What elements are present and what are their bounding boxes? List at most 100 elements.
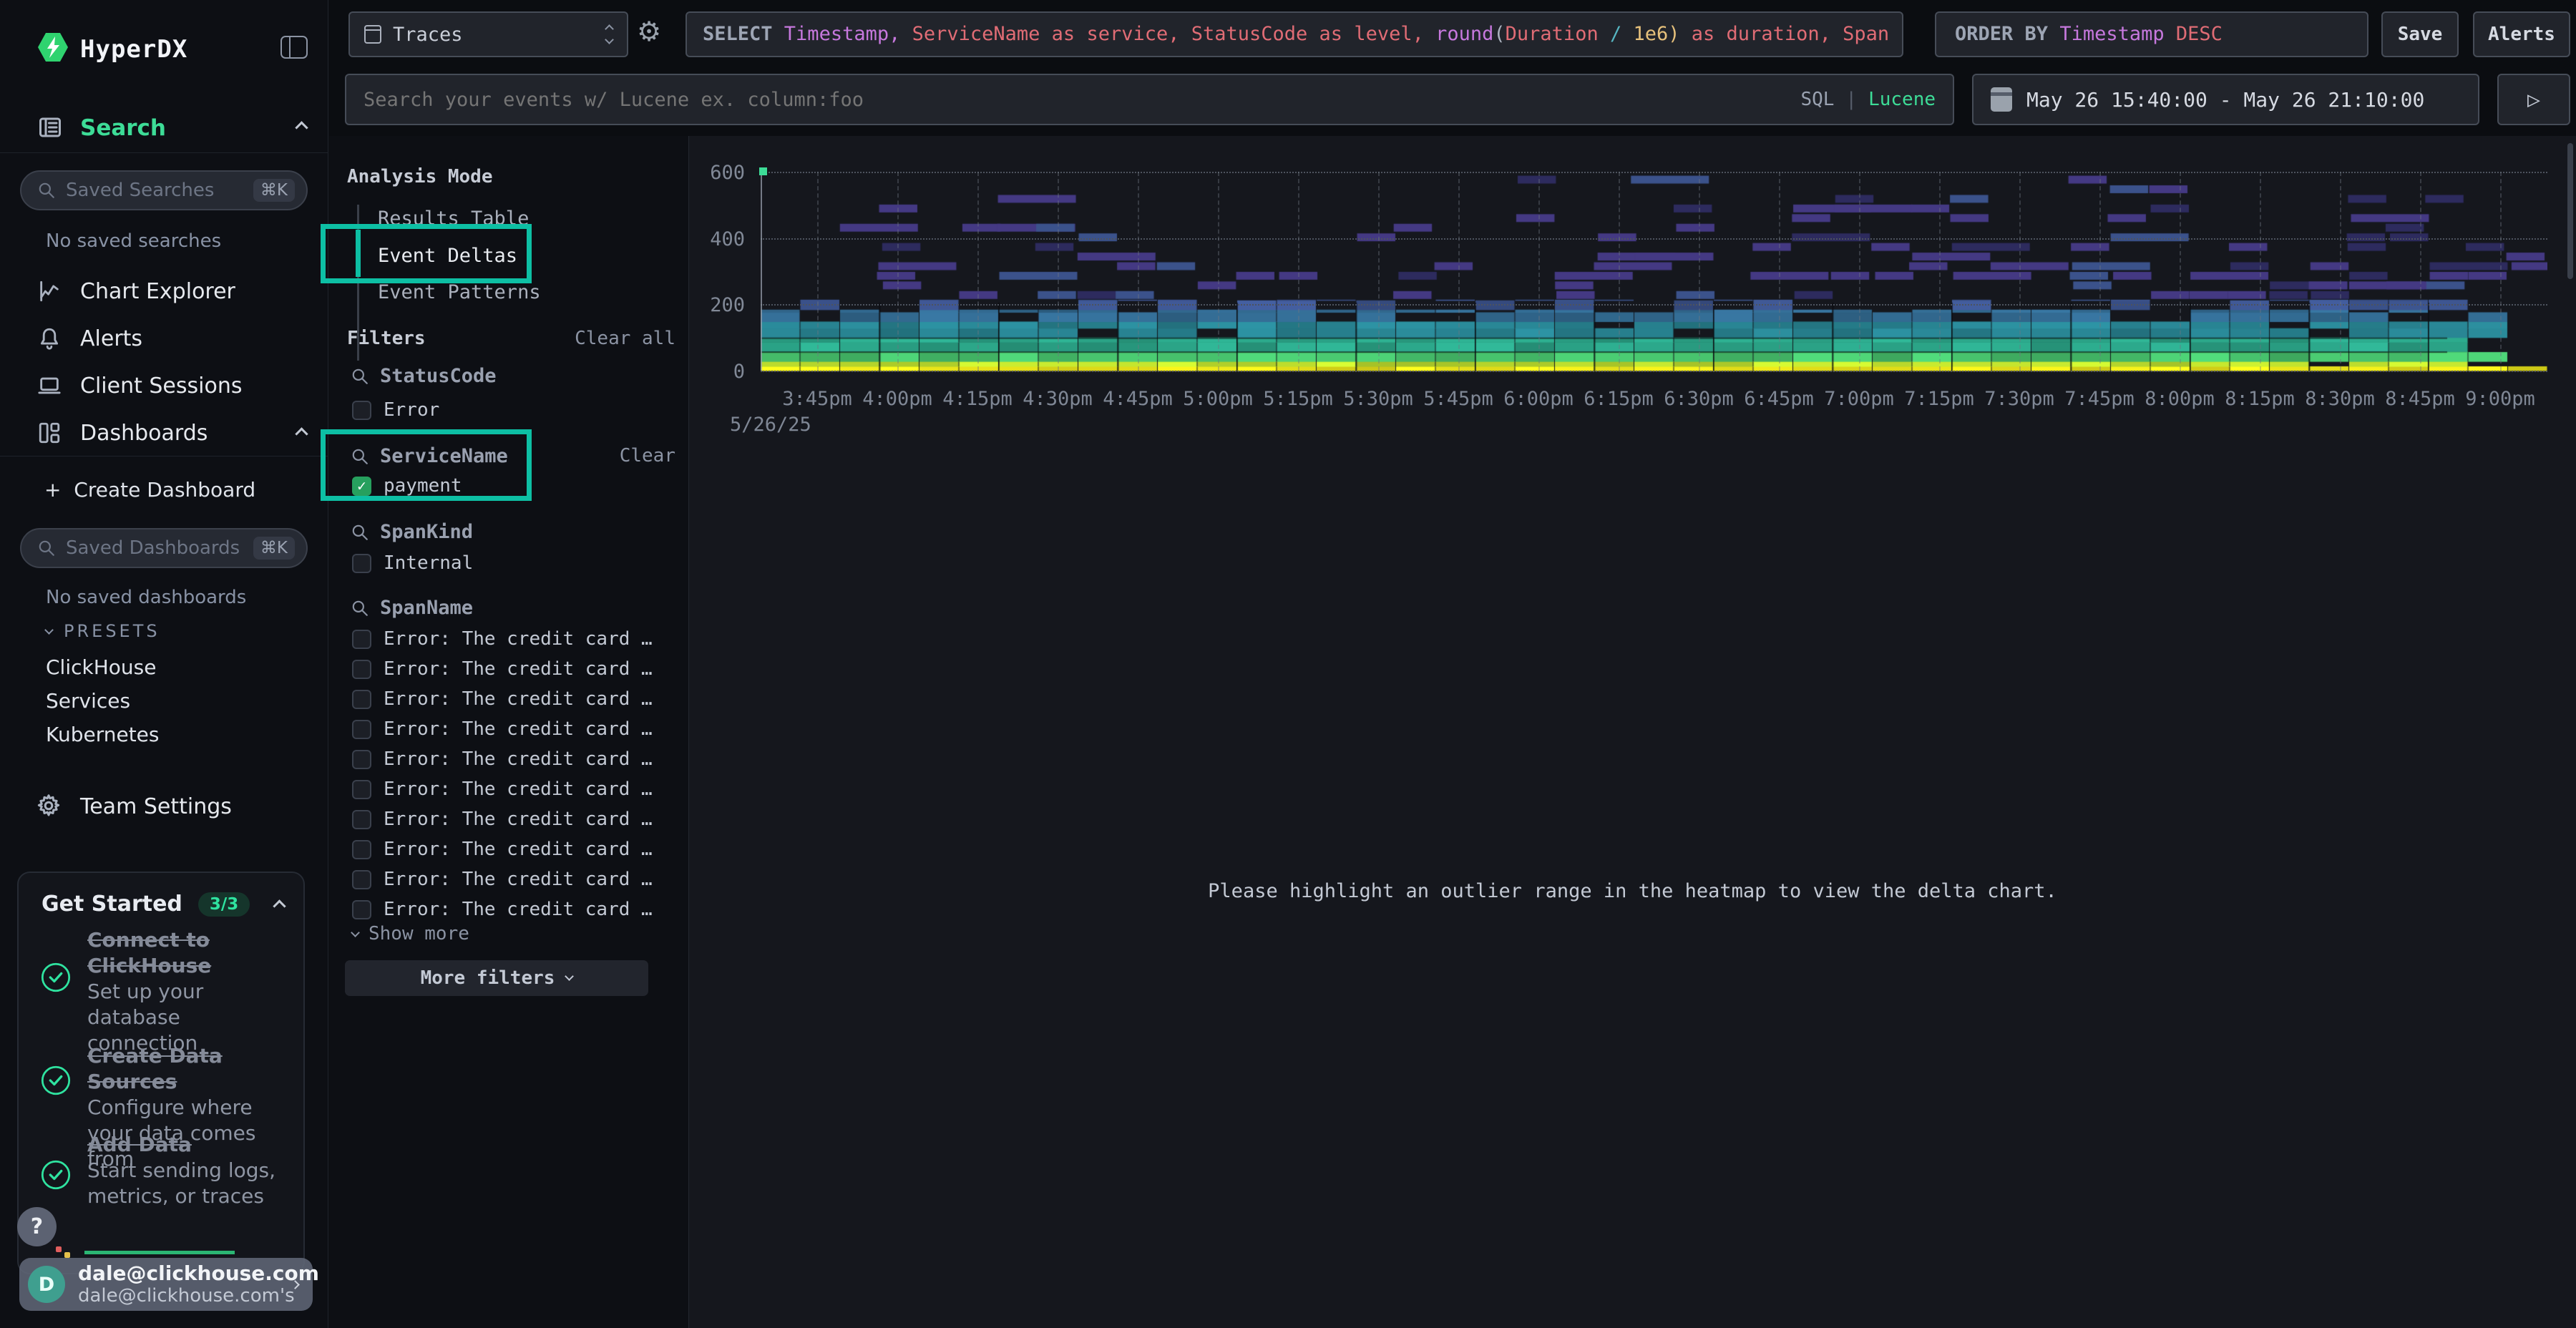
calendar-icon — [1991, 87, 2012, 112]
filter-group-spanname: SpanName — [351, 597, 473, 619]
chevron-up-icon[interactable] — [273, 899, 286, 912]
preset-kubernetes[interactable]: Kubernetes — [46, 723, 160, 746]
help-button[interactable]: ? — [17, 1207, 57, 1246]
gridline-200 — [761, 304, 2547, 306]
source-settings-gear-icon[interactable]: ⚙ — [637, 16, 661, 47]
chart-explorer-icon — [37, 279, 62, 306]
search-icon — [37, 181, 56, 200]
chevron-down-icon — [351, 928, 360, 937]
checkbox[interactable] — [352, 554, 371, 573]
get-started-panel: Get Started 3/3 Connect to ClickHouse Se… — [17, 872, 305, 1274]
spanname-filter-item[interactable]: Error: The credit card … — [352, 717, 653, 741]
gear-icon — [36, 793, 62, 821]
checkbox[interactable] — [352, 900, 371, 919]
checkbox[interactable] — [352, 720, 371, 739]
search-icon[interactable] — [351, 367, 369, 386]
heatmap-canvas[interactable] — [761, 170, 2547, 372]
sql-mode-toggle[interactable]: SQL — [1800, 89, 1834, 110]
checkbox[interactable] — [352, 660, 371, 679]
spanname-filter-item[interactable]: Error: The credit card … — [352, 867, 653, 892]
event-search-input[interactable] — [364, 89, 1800, 111]
sidebar-item-team-settings[interactable]: Team Settings — [80, 794, 232, 819]
spanname-filter-item[interactable]: Error: The credit card … — [352, 807, 653, 831]
clear-all-link[interactable]: Clear all — [575, 328, 675, 349]
x-tick-label: 4:45pm — [1103, 388, 1173, 410]
run-query-button[interactable]: ▷ — [2497, 74, 2570, 125]
saved-searches-input[interactable]: ⌘K — [20, 170, 308, 210]
checkbox[interactable] — [352, 630, 371, 649]
checkbox[interactable] — [352, 810, 371, 829]
saved-dashboards-input[interactable]: ⌘K — [20, 528, 308, 568]
filter-item-internal[interactable]: Internal — [352, 551, 473, 575]
hidden-onboarding-item — [84, 1251, 235, 1254]
saved-dashboards-field[interactable] — [66, 537, 253, 559]
shortcut-badge: ⌘K — [253, 537, 295, 560]
x-tick-label: 6:45pm — [1744, 388, 1814, 410]
more-filters-button[interactable]: More filters — [345, 960, 648, 996]
vertical-gridline — [1378, 172, 1380, 371]
preset-services[interactable]: Services — [46, 689, 130, 713]
spanname-filter-item[interactable]: Error: The credit card … — [352, 687, 653, 711]
search-icon[interactable] — [351, 599, 369, 617]
spanname-filter-item[interactable]: Error: The credit card … — [352, 837, 653, 861]
x-tick-label: 6:30pm — [1664, 388, 1734, 410]
checkbox[interactable] — [352, 780, 371, 799]
onboarding-item[interactable]: Add Data Start sending logs, metrics, or… — [87, 1132, 295, 1209]
sidebar-item-search[interactable]: Search — [80, 115, 166, 141]
filter-item-error[interactable]: Error — [352, 398, 439, 422]
spanname-filter-item[interactable]: Error: The credit card … — [352, 627, 653, 651]
user-menu[interactable]: D dale@clickhouse.com dale@clickhouse.co… — [19, 1258, 313, 1311]
search-section-icon — [37, 114, 63, 143]
save-button[interactable]: Save — [2381, 11, 2459, 57]
create-dashboard-button[interactable]: + Create Dashboard — [44, 478, 255, 502]
vertical-gridline — [2019, 172, 2021, 371]
spanname-filter-item[interactable]: Error: The credit card … — [352, 777, 653, 801]
show-more-link[interactable]: Show more — [352, 923, 469, 944]
sidebar-item-client-sessions[interactable]: Client Sessions — [80, 374, 242, 399]
spanname-filter-item[interactable]: Error: The credit card … — [352, 657, 653, 681]
spanname-filter-item[interactable]: Error: The credit card … — [352, 747, 653, 771]
sidebar-collapse-icon[interactable] — [280, 36, 308, 59]
avatar: D — [28, 1266, 65, 1303]
presets-toggle[interactable]: PRESETS — [46, 621, 160, 641]
onboarding-item[interactable]: Connect to ClickHouse Set up your databa… — [87, 927, 291, 1056]
vertical-gridline — [897, 172, 899, 371]
vertical-gridline — [2099, 172, 2101, 371]
chevron-up-icon[interactable] — [295, 427, 308, 440]
order-by-text: ORDER BY Timestamp DESC — [1955, 23, 2223, 45]
checkbox[interactable] — [352, 750, 371, 769]
x-tick-label: 4:15pm — [942, 388, 1013, 410]
date-range-picker[interactable]: May 26 15:40:00 - May 26 21:10:00 — [1972, 74, 2479, 125]
spanname-label: Error: The credit card … — [384, 718, 653, 740]
sidebar-item-dashboards[interactable]: Dashboards — [80, 421, 208, 446]
checkbox[interactable] — [352, 690, 371, 709]
preset-clickhouse[interactable]: ClickHouse — [46, 655, 156, 679]
mode-event-patterns[interactable]: Event Patterns — [378, 281, 541, 303]
vertical-gridline — [1458, 172, 1460, 371]
lucene-mode-toggle[interactable]: Lucene — [1868, 89, 1936, 110]
search-icon[interactable] — [351, 523, 369, 542]
filters-label: Filters — [347, 328, 426, 349]
vertical-gridline — [2420, 172, 2421, 371]
order-by-editor[interactable]: ORDER BY Timestamp DESC — [1935, 11, 2368, 57]
checkbox[interactable] — [352, 401, 371, 420]
checkbox[interactable] — [352, 870, 371, 889]
saved-searches-field[interactable] — [66, 180, 253, 201]
hyperdx-logo-icon — [37, 31, 69, 63]
checkbox[interactable] — [352, 840, 371, 859]
spanname-filter-item[interactable]: Error: The credit card … — [352, 897, 653, 922]
sql-select-editor[interactable]: SELECT Timestamp, ServiceName as service… — [686, 11, 1903, 57]
delta-chart-empty-message: Please highlight an outlier range in the… — [689, 880, 2576, 902]
alerts-button[interactable]: Alerts — [2473, 11, 2570, 57]
spanname-label: Error: The credit card … — [384, 688, 653, 710]
sidebar-item-alerts[interactable]: Alerts — [80, 326, 142, 351]
vertical-gridline — [1779, 172, 1780, 371]
source-select-value: Traces — [393, 24, 463, 46]
chevron-up-icon[interactable] — [295, 121, 308, 134]
scrollbar-thumb[interactable] — [2567, 143, 2573, 279]
sidebar-item-chart-explorer[interactable]: Chart Explorer — [80, 279, 235, 304]
search-bar[interactable]: SQL | Lucene — [345, 74, 1954, 125]
gridline-400 — [761, 238, 2547, 240]
source-select[interactable]: Traces — [348, 11, 628, 57]
clear-servicename-link[interactable]: Clear — [620, 445, 675, 467]
